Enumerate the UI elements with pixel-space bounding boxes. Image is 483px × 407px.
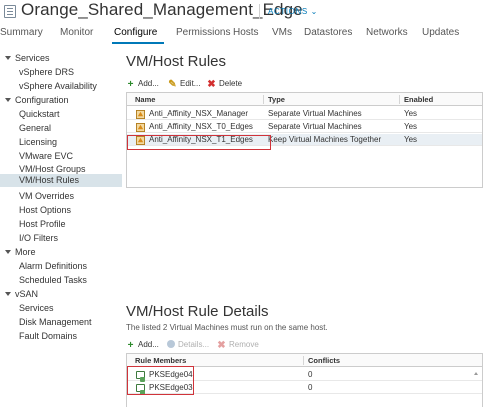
page-header: Orange_Shared_Management_Edge ACTIONS ⌄	[0, 0, 483, 24]
column-header-enabled[interactable]: Enabled	[400, 93, 433, 106]
delete-rule-button[interactable]: ✖ Delete	[207, 77, 242, 90]
rule-enabled: Yes	[404, 122, 418, 131]
rule-type: Keep Virtual Machines Together	[268, 135, 382, 144]
tab-hosts[interactable]: Hosts	[233, 27, 259, 38]
chevron-down-icon	[5, 250, 11, 254]
sidebar-item-disk-management[interactable]: Disk Management	[19, 316, 92, 329]
rule-type: Separate Virtual Machines	[268, 122, 362, 131]
sidebar-item-vm-overrides[interactable]: VM Overrides	[19, 190, 74, 203]
sidebar-item-vmware-evc[interactable]: VMware EVC	[19, 150, 73, 163]
details-toolbar: + Add... Details... ✖ Remove	[126, 338, 326, 351]
info-icon	[167, 340, 175, 348]
chevron-down-icon	[5, 292, 11, 296]
details-description: The listed 2 Virtual Machines must run o…	[126, 323, 328, 332]
plus-icon: +	[127, 79, 134, 90]
cluster-icon	[4, 5, 16, 18]
rule-name: Anti_Affinity_NSX_T0_Edges	[149, 122, 253, 131]
tab-monitor[interactable]: Monitor	[60, 27, 93, 38]
column-header-name[interactable]: Name	[131, 93, 155, 106]
rule-enabled: Yes	[404, 135, 418, 144]
sidebar-item-vsan-services[interactable]: Services	[19, 302, 54, 315]
sidebar-group-configuration[interactable]: Configuration	[5, 94, 69, 107]
rule-icon	[136, 123, 145, 132]
tab-permissions[interactable]: Permissions	[176, 27, 230, 38]
sidebar: Services vSphere DRS vSphere Availabilit…	[0, 52, 122, 407]
delete-x-icon: ✖	[217, 340, 226, 351]
delete-x-icon: ✖	[207, 79, 216, 90]
tab-configure[interactable]: Configure	[114, 27, 157, 38]
tab-bar: Summary Monitor Configure Permissions Ho…	[0, 27, 483, 43]
sidebar-item-vm-host-rules[interactable]: VM/Host Rules	[19, 174, 79, 187]
sidebar-item-io-filters[interactable]: I/O Filters	[19, 232, 58, 245]
sidebar-group-services[interactable]: Services	[5, 52, 50, 65]
rules-grid-header: Name Type Enabled	[127, 93, 482, 106]
rule-type: Separate Virtual Machines	[268, 109, 362, 118]
selected-rule-highlight-box	[127, 135, 271, 150]
edit-rule-button[interactable]: ✎ Edit...	[168, 77, 200, 90]
sidebar-item-fault-domains[interactable]: Fault Domains	[19, 330, 77, 343]
sidebar-item-quickstart[interactable]: Quickstart	[19, 108, 60, 121]
chevron-down-icon	[5, 98, 11, 102]
tab-datastores[interactable]: Datastores	[304, 27, 352, 38]
rule-enabled: Yes	[404, 109, 418, 118]
column-header-type[interactable]: Type	[264, 93, 285, 106]
sidebar-item-scheduled-tasks[interactable]: Scheduled Tasks	[19, 274, 87, 287]
plus-icon: +	[127, 340, 134, 351]
table-row[interactable]: Anti_Affinity_NSX_T0_Edges Separate Virt…	[127, 121, 482, 133]
sidebar-item-vsphere-availability[interactable]: vSphere Availability	[19, 80, 97, 93]
scroll-up-arrow-icon[interactable]	[474, 372, 478, 375]
sidebar-item-vsphere-drs[interactable]: vSphere DRS	[19, 66, 74, 79]
pencil-icon: ✎	[168, 79, 177, 90]
sidebar-item-host-options[interactable]: Host Options	[19, 204, 71, 217]
rules-toolbar: + Add... ✎ Edit... ✖ Delete	[126, 77, 326, 90]
column-header-conflicts[interactable]: Conflicts	[304, 354, 340, 367]
tab-vms[interactable]: VMs	[272, 27, 292, 38]
main-content: VM/Host Rules + Add... ✎ Edit... ✖ Delete N…	[122, 52, 483, 407]
title-divider	[259, 4, 260, 19]
details-heading: VM/Host Rule Details	[126, 303, 269, 320]
remove-member-button[interactable]: ✖ Remove	[217, 338, 259, 351]
page-title: Orange_Shared_Management_Edge	[21, 0, 303, 19]
add-rule-button[interactable]: + Add...	[126, 77, 159, 90]
tab-networks[interactable]: Networks	[366, 27, 408, 38]
rule-icon	[136, 110, 145, 119]
rule-name: Anti_Affinity_NSX_Manager	[149, 109, 249, 118]
table-row[interactable]: Anti_Affinity_NSX_Manager Separate Virtu…	[127, 108, 482, 120]
sidebar-group-more[interactable]: More	[5, 246, 36, 259]
active-tab-indicator	[112, 42, 164, 44]
member-conflicts: 0	[308, 383, 313, 392]
tab-summary[interactable]: Summary	[0, 27, 43, 38]
actions-menu-button[interactable]: ACTIONS ⌄	[268, 7, 318, 16]
rules-heading: VM/Host Rules	[126, 53, 227, 70]
sidebar-item-licensing[interactable]: Licensing	[19, 136, 57, 149]
sidebar-item-alarm-definitions[interactable]: Alarm Definitions	[19, 260, 87, 273]
tab-updates[interactable]: Updates	[422, 27, 459, 38]
details-button[interactable]: Details...	[167, 338, 209, 351]
selected-members-highlight-box	[127, 366, 194, 395]
sidebar-group-vsan[interactable]: vSAN	[5, 288, 38, 301]
add-member-button[interactable]: + Add...	[126, 338, 159, 351]
member-conflicts: 0	[308, 370, 313, 379]
chevron-down-icon	[5, 56, 11, 60]
sidebar-item-host-profile[interactable]: Host Profile	[19, 218, 66, 231]
sidebar-item-general[interactable]: General	[19, 122, 51, 135]
